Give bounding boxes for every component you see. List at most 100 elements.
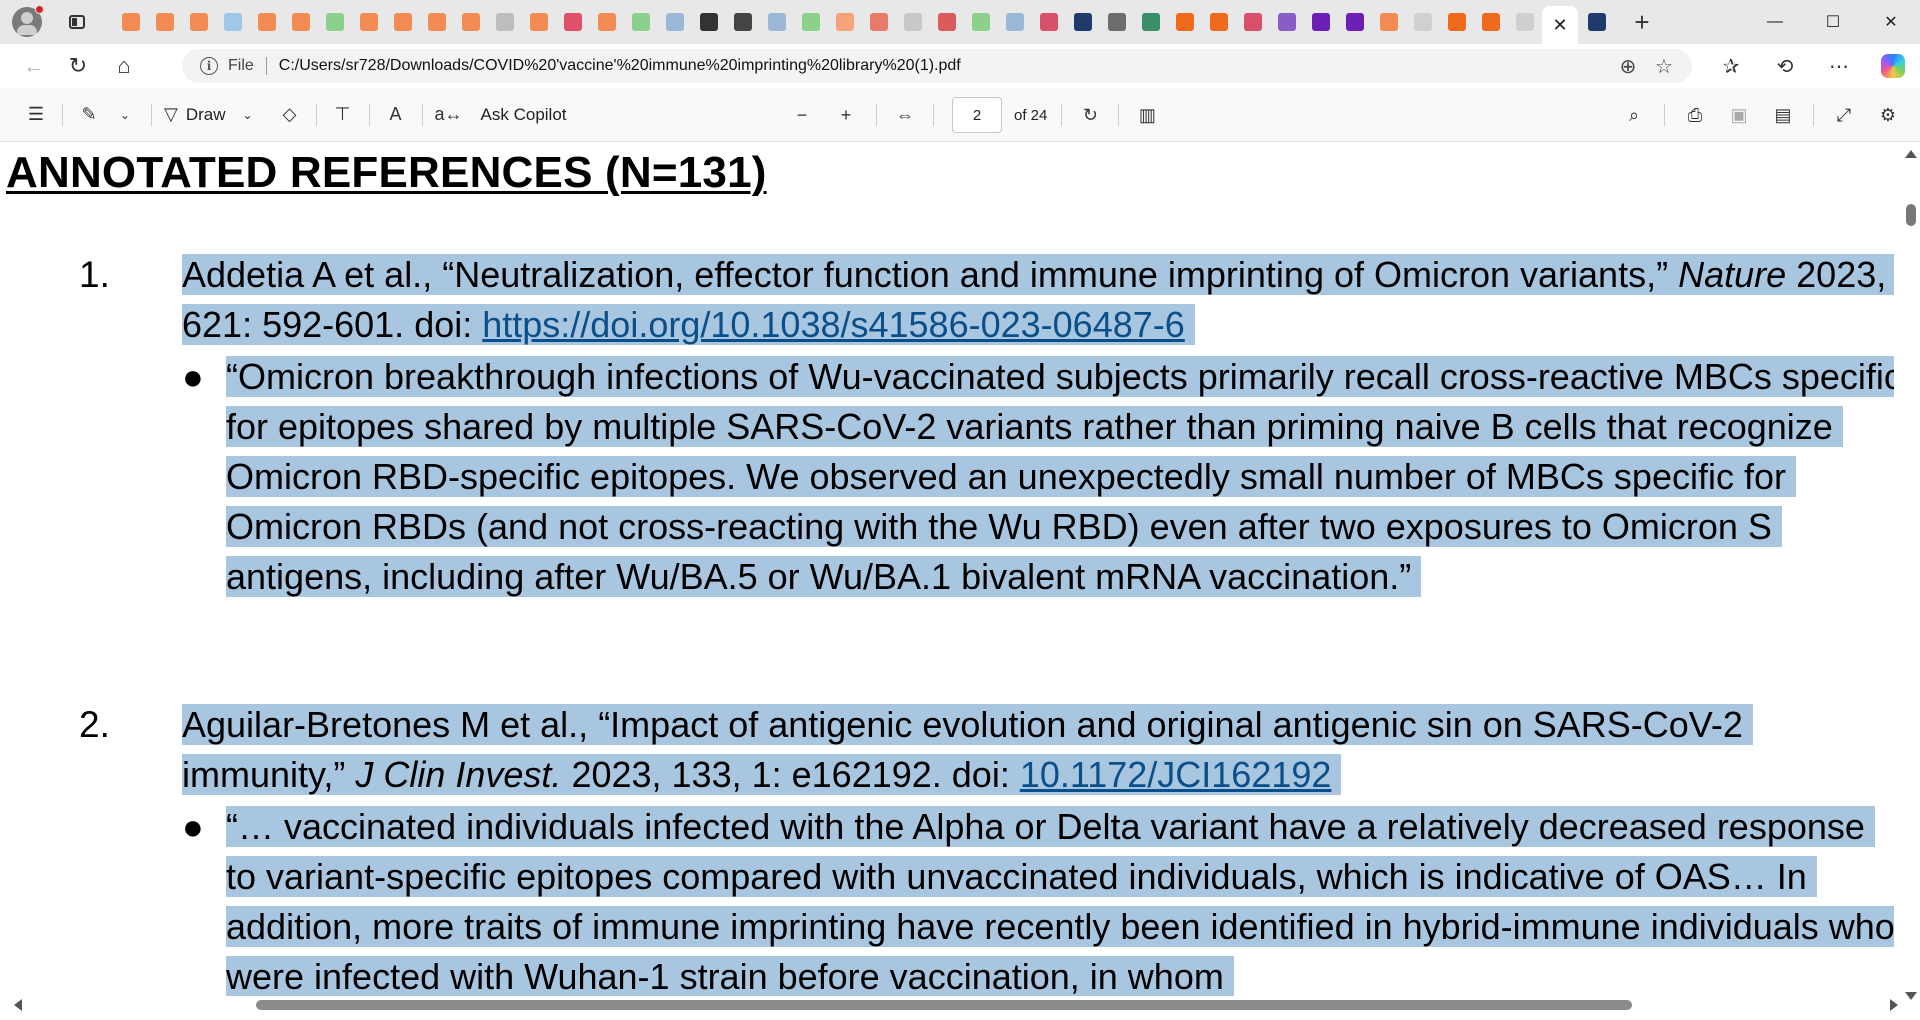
settings-gear-icon[interactable]: ⚙ bbox=[1866, 97, 1910, 133]
ask-copilot-button[interactable]: Ask Copilot bbox=[477, 97, 571, 133]
rotate-icon[interactable]: ↻ bbox=[1070, 97, 1110, 133]
highlight-dropdown-chevron-icon[interactable]: ⌄ bbox=[107, 97, 143, 133]
tab-actions-menu-button[interactable] bbox=[62, 7, 92, 37]
tab-favicon[interactable] bbox=[352, 5, 386, 39]
info-icon[interactable]: i bbox=[200, 57, 218, 75]
tab-favicon[interactable] bbox=[250, 5, 284, 39]
tab-favicon[interactable] bbox=[964, 5, 998, 39]
url-text[interactable]: C:/Users/sr728/Downloads/COVID%20'vaccin… bbox=[279, 57, 961, 75]
tab-favicon[interactable] bbox=[114, 5, 148, 39]
vertical-scrollbar[interactable] bbox=[1900, 142, 1920, 1004]
tab-favicon[interactable] bbox=[1304, 5, 1338, 39]
tab-favicon[interactable] bbox=[1440, 5, 1474, 39]
tab-favicon[interactable] bbox=[760, 5, 794, 39]
scroll-left-arrow-icon[interactable] bbox=[14, 999, 22, 1011]
site-favicon-icon bbox=[156, 13, 174, 31]
print-icon[interactable]: ⎙ bbox=[1673, 97, 1717, 133]
close-window-button[interactable]: ✕ bbox=[1862, 0, 1920, 44]
scroll-down-arrow-icon[interactable] bbox=[1905, 992, 1917, 1000]
copilot-button[interactable] bbox=[1866, 44, 1920, 88]
tab-favicon[interactable] bbox=[624, 5, 658, 39]
tab-favicon[interactable] bbox=[216, 5, 250, 39]
save-icon[interactable]: ▣ bbox=[1717, 97, 1761, 133]
zoom-icon[interactable]: ⊕ bbox=[1610, 49, 1646, 83]
reference-doi-link[interactable]: 10.1172/JCI162192 bbox=[1020, 754, 1332, 795]
read-aloud-icon[interactable]: A bbox=[378, 97, 414, 133]
horizontal-scrollbar[interactable] bbox=[0, 996, 1900, 1014]
tab-favicon[interactable] bbox=[1100, 5, 1134, 39]
tab-favicon[interactable] bbox=[930, 5, 964, 39]
fullscreen-icon[interactable]: ⤢ bbox=[1822, 97, 1866, 133]
tab-favicon[interactable] bbox=[1168, 5, 1202, 39]
tab-favicon[interactable] bbox=[1508, 5, 1542, 39]
new-tab-button[interactable]: + bbox=[1624, 4, 1660, 40]
tab-favicon[interactable] bbox=[1580, 5, 1614, 39]
add-text-icon[interactable]: ⊤ bbox=[325, 97, 361, 133]
tab-favicon[interactable] bbox=[726, 5, 760, 39]
tab-favicon[interactable] bbox=[488, 5, 522, 39]
favorite-star-icon[interactable]: ☆ bbox=[1646, 49, 1682, 83]
search-icon[interactable]: ⌕ bbox=[1612, 97, 1656, 133]
history-icon[interactable]: ⟲ bbox=[1758, 44, 1812, 88]
tab-favicon[interactable] bbox=[1270, 5, 1304, 39]
tab-favicon[interactable] bbox=[658, 5, 692, 39]
close-tab-icon[interactable]: ✕ bbox=[1552, 15, 1567, 36]
zoom-in-icon[interactable]: + bbox=[824, 97, 868, 133]
more-options-icon[interactable]: ⋯ bbox=[1812, 44, 1866, 88]
back-button[interactable]: ← bbox=[16, 48, 52, 84]
back-arrow-icon: ← bbox=[23, 53, 45, 78]
home-button[interactable]: ⌂ bbox=[106, 48, 142, 84]
horizontal-scroll-thumb[interactable] bbox=[256, 1000, 1632, 1010]
tab-favicon[interactable] bbox=[1372, 5, 1406, 39]
tab-favicon[interactable] bbox=[318, 5, 352, 39]
tab-favicon[interactable] bbox=[1134, 5, 1168, 39]
zoom-out-icon[interactable]: − bbox=[780, 97, 824, 133]
tab-favicon[interactable] bbox=[998, 5, 1032, 39]
draw-dropdown-chevron-icon[interactable]: ⌄ bbox=[230, 97, 266, 133]
tab-favicon[interactable] bbox=[386, 5, 420, 39]
tab-favicon[interactable] bbox=[284, 5, 318, 39]
tab-favicon[interactable] bbox=[1406, 5, 1440, 39]
tab-favicon[interactable] bbox=[556, 5, 590, 39]
vertical-scroll-thumb[interactable] bbox=[1906, 204, 1916, 226]
fit-to-width-icon[interactable]: ⇔ bbox=[885, 97, 925, 133]
tab-favicon[interactable] bbox=[1338, 5, 1372, 39]
tab-favicon[interactable] bbox=[896, 5, 930, 39]
favorites-icon[interactable]: ✰ bbox=[1704, 44, 1758, 88]
scroll-right-arrow-icon[interactable] bbox=[1890, 999, 1898, 1011]
address-bar[interactable]: i File C:/Users/sr728/Downloads/COVID%20… bbox=[182, 49, 1692, 83]
tab-favicon[interactable] bbox=[1066, 5, 1100, 39]
tab-favicon[interactable] bbox=[828, 5, 862, 39]
tab-favicon[interactable] bbox=[420, 5, 454, 39]
site-favicon-icon bbox=[292, 13, 310, 31]
scroll-up-arrow-icon[interactable] bbox=[1905, 150, 1917, 158]
tab-favicon[interactable] bbox=[1032, 5, 1066, 39]
translate-icon[interactable]: a↔ bbox=[431, 97, 467, 133]
draw-button[interactable]: ▽ Draw bbox=[160, 97, 230, 133]
tab-favicon[interactable] bbox=[794, 5, 828, 39]
tab-favicon[interactable] bbox=[1202, 5, 1236, 39]
reference-doi-link[interactable]: https://doi.org/10.1038/s41586-023-06487… bbox=[482, 304, 1185, 345]
page-number-input[interactable]: 2 bbox=[952, 97, 1002, 133]
highlight-icon[interactable]: ✎ bbox=[71, 97, 107, 133]
site-favicon-icon bbox=[972, 13, 990, 31]
page-view-icon[interactable]: ▥ bbox=[1127, 97, 1167, 133]
tab-favicon[interactable] bbox=[182, 5, 216, 39]
active-tab[interactable]: ✕ bbox=[1542, 6, 1578, 44]
tab-favicon[interactable] bbox=[1474, 5, 1508, 39]
tab-favicon[interactable] bbox=[522, 5, 556, 39]
tab-favicon[interactable] bbox=[590, 5, 624, 39]
pdf-document-viewer[interactable]: ANNOTATED REFERENCES (N=131) 1. Addetia … bbox=[0, 142, 1920, 1020]
eraser-icon[interactable]: ◇ bbox=[272, 97, 308, 133]
maximize-button[interactable]: ☐ bbox=[1804, 0, 1862, 44]
tab-favicon[interactable] bbox=[1236, 5, 1270, 39]
tab-favicon[interactable] bbox=[454, 5, 488, 39]
tab-favicon[interactable] bbox=[862, 5, 896, 39]
profile-avatar-icon[interactable] bbox=[12, 5, 44, 37]
tab-favicon[interactable] bbox=[148, 5, 182, 39]
save-as-icon[interactable]: ▤ bbox=[1761, 97, 1805, 133]
tab-favicon[interactable] bbox=[692, 5, 726, 39]
minimize-button[interactable]: — bbox=[1746, 0, 1804, 44]
refresh-button[interactable]: ↻ bbox=[60, 48, 96, 84]
contents-list-icon[interactable]: ☰ bbox=[18, 97, 54, 133]
